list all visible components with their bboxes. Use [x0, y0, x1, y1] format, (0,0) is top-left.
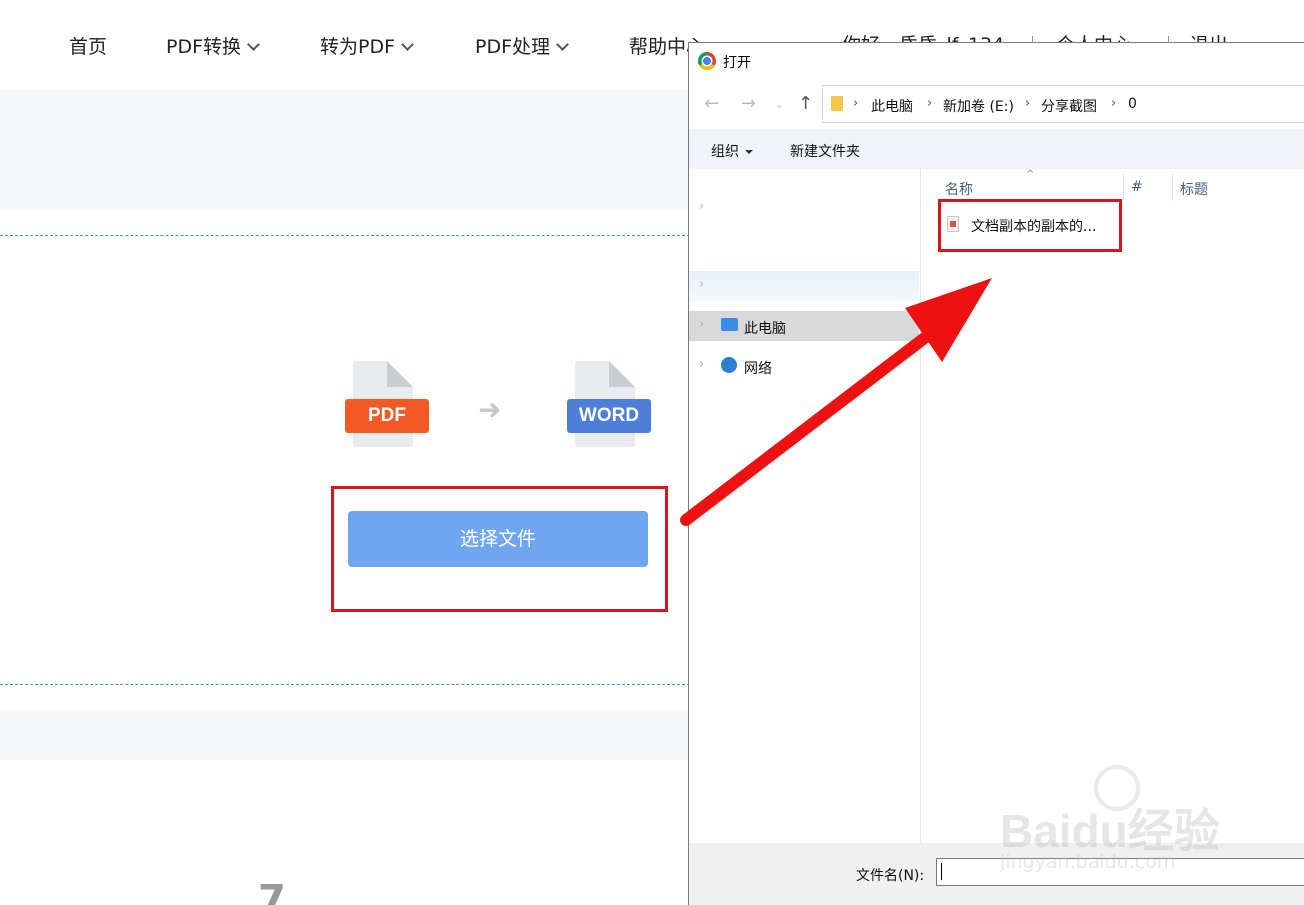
chevron-down-icon [247, 38, 260, 51]
column-header-name[interactable]: 名称 [945, 179, 973, 199]
chevron-down-icon [401, 38, 414, 51]
text-caret [941, 863, 942, 880]
dialog-toolbar: 组织 新建文件夹 [689, 129, 1304, 169]
breadcrumb-folder-0[interactable]: 0 [1128, 96, 1137, 112]
pdf-file-icon: PDF [345, 361, 429, 447]
page-section-band [0, 710, 690, 760]
word-file-icon: WORD [567, 361, 651, 447]
filename-label: 文件名(N): [856, 868, 925, 884]
network-icon [721, 357, 737, 373]
word-badge: WORD [567, 399, 651, 433]
file-list-pane: ^ 名称 # 标题 文档副本的副本的... [921, 169, 1304, 843]
breadcrumb-share-screenshots[interactable]: 分享截图 [1041, 96, 1097, 116]
nav-pdf-process-label: PDF处理 [475, 36, 551, 58]
dialog-title-bar: 打开 [689, 43, 1304, 79]
sort-ascending-icon: ^ [1026, 169, 1035, 180]
address-row: ← → ⌄ ↑ › 此电脑 › 新加卷 (E:) › 分享截图 › 0 [689, 83, 1304, 125]
nav-pane-this-pc[interactable]: › 此电脑 [689, 311, 919, 341]
breadcrumb-this-pc[interactable]: 此电脑 [871, 96, 913, 116]
folder-icon [831, 96, 843, 111]
caret-down-icon [745, 150, 753, 154]
dashed-divider [0, 235, 690, 236]
organize-label: 组织 [711, 144, 739, 160]
address-bar[interactable]: › 此电脑 › 新加卷 (E:) › 分享截图 › 0 [822, 85, 1304, 123]
breadcrumb-chevron-icon: › [1111, 96, 1117, 111]
nav-pdf-convert[interactable]: PDF转换 [166, 32, 260, 59]
pdf-page-fold [387, 361, 413, 387]
new-folder-button[interactable]: 新建文件夹 [790, 141, 860, 161]
column-header-title[interactable]: 标题 [1180, 179, 1208, 199]
quick-access-band [689, 271, 919, 301]
column-divider[interactable] [1123, 173, 1124, 201]
filename-input[interactable] [936, 858, 1304, 886]
pdf-badge: PDF [345, 399, 429, 433]
breadcrumb-chevron-icon: › [927, 96, 933, 111]
chrome-icon [698, 52, 716, 70]
nav-pane-label: 此电脑 [744, 321, 786, 337]
forward-icon[interactable]: → [741, 93, 756, 114]
expand-chevron-icon[interactable]: › [699, 277, 704, 292]
expand-chevron-icon[interactable]: › [699, 317, 704, 332]
nav-pdf-convert-label: PDF转换 [166, 36, 242, 58]
computer-icon [721, 318, 738, 331]
highlight-box-file [938, 199, 1122, 252]
open-file-dialog: 打开 ← → ⌄ ↑ › 此电脑 › 新加卷 (E:) › 分享截图 › 0 组… [688, 42, 1304, 905]
breadcrumb-drive-e[interactable]: 新加卷 (E:) [943, 96, 1014, 116]
dialog-title: 打开 [723, 55, 751, 71]
expand-chevron-icon[interactable]: › [699, 357, 704, 372]
nav-to-pdf-label: 转为PDF [320, 36, 396, 58]
nav-home[interactable]: 首页 [69, 32, 107, 59]
convert-arrow-icon: ➜ [478, 393, 502, 426]
highlight-box-button [331, 486, 668, 612]
upload-area [0, 210, 690, 710]
footer-digit: 7 [258, 877, 286, 905]
back-icon[interactable]: ← [704, 93, 719, 114]
nav-pane-label: 网络 [744, 361, 772, 377]
nav-pane-network[interactable]: › 网络 [689, 351, 919, 381]
page-banner [0, 90, 690, 210]
up-folder-icon[interactable]: ↑ [798, 93, 813, 114]
chevron-down-icon [556, 38, 569, 51]
column-header-number[interactable]: # [1131, 179, 1143, 195]
breadcrumb-chevron-icon: › [1025, 96, 1031, 111]
dashed-divider [0, 684, 690, 685]
organize-menu-button[interactable]: 组织 [711, 141, 753, 161]
nav-to-pdf[interactable]: 转为PDF [320, 32, 414, 59]
dialog-bottom-bar: 文件名(N): [689, 843, 1304, 905]
navigation-pane: › › › 此电脑 › 网络 [689, 169, 921, 843]
column-divider[interactable] [1172, 173, 1173, 201]
recent-locations-icon[interactable]: ⌄ [775, 98, 784, 111]
breadcrumb-chevron-icon: › [853, 96, 859, 111]
expand-chevron-icon[interactable]: › [699, 199, 704, 214]
nav-pdf-process[interactable]: PDF处理 [475, 32, 569, 59]
word-page-fold [609, 361, 635, 387]
